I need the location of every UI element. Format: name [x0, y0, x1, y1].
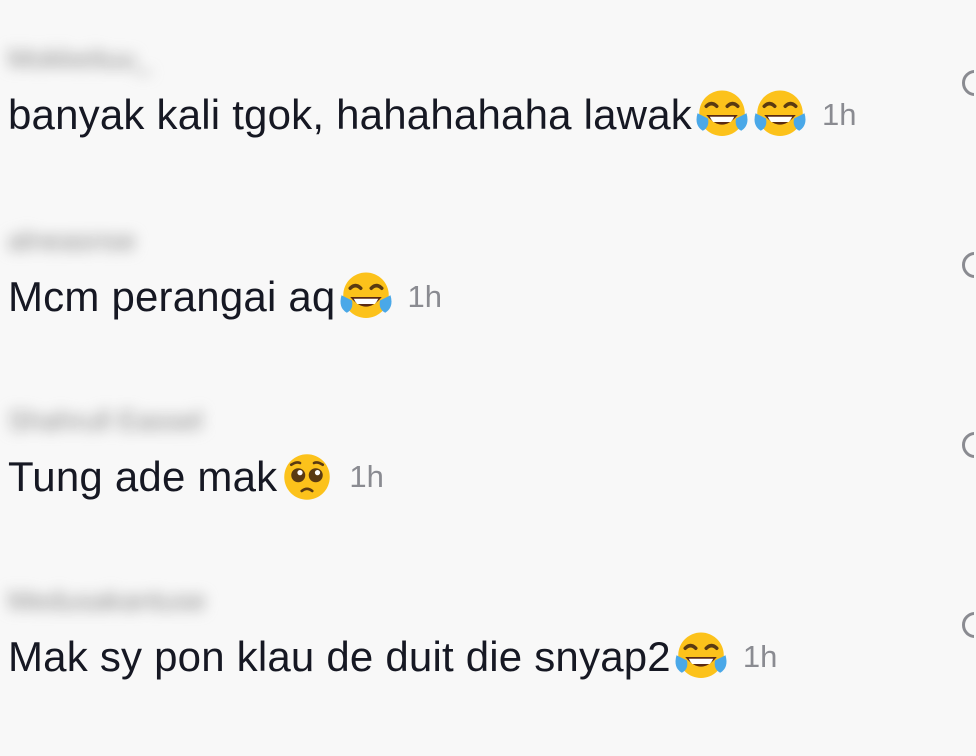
tears-of-joy-icon	[338, 269, 394, 325]
comment-body: Mak sy pon klau de duit die snyap2 1h	[8, 632, 777, 682]
comment-text: Tung ade mak	[8, 453, 278, 500]
tears-of-joy-icon	[673, 629, 729, 685]
like-icon[interactable]	[956, 248, 974, 278]
like-icon[interactable]	[956, 428, 974, 458]
comment-body: Mcm perangai aq 1h	[8, 272, 442, 322]
comment-username[interactable]: Mokkeituu_	[8, 44, 151, 74]
pleading-face-icon	[279, 449, 335, 505]
comment-text: Mak sy pon klau de duit die snyap2	[8, 633, 671, 680]
comment-list: Mokkeituu_ banyak kali tgok, hahahahaha …	[0, 0, 976, 756]
comment-username[interactable]: alneasnse	[8, 226, 136, 256]
comment-time: 1h	[349, 459, 384, 494]
comment-username[interactable]: Shahrull Eassel	[8, 406, 203, 436]
comment-text: Mcm perangai aq	[8, 273, 336, 320]
tears-of-joy-icon	[694, 87, 750, 143]
comment-username[interactable]: Medusakantuse	[8, 586, 206, 616]
comment-time: 1h	[742, 639, 778, 674]
comment-time: 1h	[821, 97, 857, 132]
comment-text: banyak kali tgok, hahahahaha lawak	[8, 91, 692, 138]
comment-body: Tung ade mak 1h	[8, 452, 384, 502]
tears-of-joy-icon	[752, 87, 808, 143]
comment-time: 1h	[407, 279, 442, 314]
comment-body: banyak kali tgok, hahahahaha lawak 1h	[8, 90, 856, 140]
like-icon[interactable]	[956, 608, 974, 638]
like-icon[interactable]	[956, 66, 974, 96]
